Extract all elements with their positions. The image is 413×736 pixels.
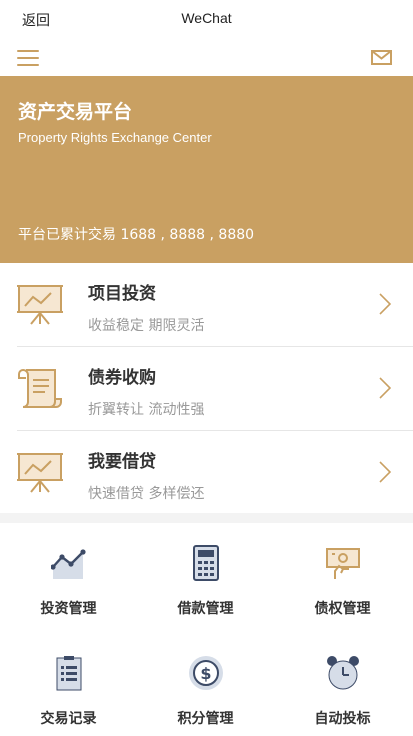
grid-item-label: 自动投标 xyxy=(314,711,371,727)
grid-item-label: 债权管理 xyxy=(314,601,371,617)
hamburger-icon[interactable] xyxy=(17,50,39,66)
dollar-coin-icon: $ xyxy=(188,656,223,690)
section-divider xyxy=(0,513,413,523)
hero-banner: 资产交易平台 Property Rights Exchange Center 平… xyxy=(0,76,413,263)
grid-item-investment-management[interactable]: 投资管理 xyxy=(0,523,137,633)
grid-item-loan-management[interactable]: 借款管理 xyxy=(137,523,274,633)
grid-item-auto-bidding[interactable]: 自动投标 xyxy=(274,633,411,736)
grid-item-label: 借款管理 xyxy=(177,601,234,617)
total-transactions: 平台已累计交易 1688 , 8888 , 8880 xyxy=(18,227,255,243)
platform-subtitle: Property Rights Exchange Center xyxy=(18,130,212,145)
status-bar: 返回 WeChat xyxy=(0,0,413,36)
grid-item-label: 积分管理 xyxy=(177,711,234,727)
product-item-project-investment[interactable]: 项目投资 收益稳定 期限灵活 xyxy=(17,263,413,347)
window-title: WeChat xyxy=(181,10,232,26)
chevron-right-icon xyxy=(379,293,391,315)
product-name: 债券收购 xyxy=(88,368,156,388)
clipboard-list-icon xyxy=(56,656,81,691)
product-desc: 收益稳定 期限灵活 xyxy=(88,318,205,334)
grid-item-label: 交易记录 xyxy=(40,711,97,727)
toolbar xyxy=(0,36,413,76)
scroll-icon xyxy=(18,369,62,408)
product-item-borrowing[interactable]: 我要借贷 快速借贷 多样偿还 xyxy=(17,431,413,515)
line-chart-icon xyxy=(50,549,86,579)
cash-hand-icon xyxy=(325,548,360,579)
product-desc: 折翼转让 流动性强 xyxy=(88,402,205,418)
product-item-bond-purchase[interactable]: 债券收购 折翼转让 流动性强 xyxy=(17,347,413,431)
grid-item-transaction-records[interactable]: 交易记录 xyxy=(0,633,137,736)
svg-text:$: $ xyxy=(200,664,211,683)
platform-title: 资产交易平台 xyxy=(18,101,133,123)
calculator-icon xyxy=(192,545,219,581)
grid-item-label: 投资管理 xyxy=(40,601,97,617)
product-name: 项目投资 xyxy=(88,284,156,304)
function-grid: 投资管理 借款管理 债权管理 交易记录 $ 积分管理 自动投标 xyxy=(0,523,413,736)
chevron-right-icon xyxy=(379,461,391,483)
chart-board-icon xyxy=(17,285,63,325)
chart-board-icon xyxy=(17,453,63,493)
product-desc: 快速借贷 多样偿还 xyxy=(88,486,205,502)
alarm-clock-icon xyxy=(326,656,359,690)
product-list: 项目投资 收益稳定 期限灵活 债券收购 折翼转让 流动性强 我要借贷 快速借贷 … xyxy=(0,263,413,515)
grid-item-claims-management[interactable]: 债权管理 xyxy=(274,523,411,633)
grid-item-points-management[interactable]: $ 积分管理 xyxy=(137,633,274,736)
mail-icon[interactable] xyxy=(371,50,392,65)
chevron-right-icon xyxy=(379,377,391,399)
product-name: 我要借贷 xyxy=(88,452,156,472)
